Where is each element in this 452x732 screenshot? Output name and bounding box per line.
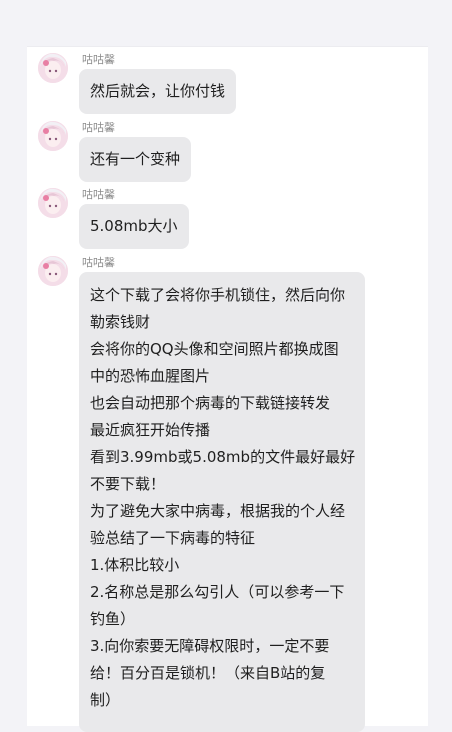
message-line: 不要下载！ — [90, 475, 166, 493]
avatar[interactable] — [38, 121, 68, 151]
message-bubble[interactable]: 这个下载了会将你手机锁住，然后向你 勒索钱财 会将你的QQ头像和空间照片都换成图… — [79, 272, 365, 732]
avatar[interactable] — [38, 256, 68, 286]
avatar[interactable] — [38, 53, 68, 83]
sender-name: 咕咕馨 — [82, 122, 115, 134]
message-bubble[interactable]: 还有一个变种 — [79, 137, 192, 182]
message-line: 最近疯狂开始传播 — [90, 421, 211, 439]
chat-message: 咕咕馨 这个下载了会将你手机锁住，然后向你 勒索钱财 会将你的QQ头像和空间照片… — [38, 256, 398, 732]
chat-message: 咕咕馨 还有一个变种 — [38, 121, 398, 182]
message-line: 也会自动把那个病毒的下载链接转发 — [90, 394, 331, 412]
message-line: 为了避免大家中病毒，根据我的个人经 — [90, 502, 346, 520]
sender-name: 咕咕馨 — [82, 54, 115, 66]
message-line: 中的恐怖血腥图片 — [90, 367, 211, 385]
message-line: 3.向你索要无障碍权限时，一定不要 — [90, 637, 330, 655]
message-line: 看到3.99mb或5.08mb的文件最好最好 — [90, 448, 356, 466]
message-line: 1.体积比较小 — [90, 556, 180, 574]
message-line: 钓鱼） — [90, 610, 136, 628]
message-line: 制） — [90, 691, 121, 709]
message-line: 勒索钱财 — [90, 313, 151, 331]
avatar[interactable] — [38, 188, 68, 218]
sender-name: 咕咕馨 — [82, 189, 115, 201]
message-bubble[interactable]: 然后就会，让你付钱 — [79, 69, 237, 114]
chat-message: 咕咕馨 5.08mb大小 — [38, 188, 398, 249]
message-line: 2.名称总是那么勾引人（可以参考一下 — [90, 583, 345, 601]
message-line: 给！百分百是锁机！（来自B站的复 — [90, 664, 326, 682]
sender-name: 咕咕馨 — [82, 257, 115, 269]
message-line: 这个下载了会将你手机锁住，然后向你 — [90, 286, 346, 304]
message-line: 验总结了一下病毒的特征 — [90, 529, 256, 547]
message-line: 会将你的QQ头像和空间照片都换成图 — [90, 340, 339, 358]
message-bubble[interactable]: 5.08mb大小 — [79, 204, 189, 249]
chat-message: 咕咕馨 然后就会，让你付钱 — [38, 53, 398, 114]
